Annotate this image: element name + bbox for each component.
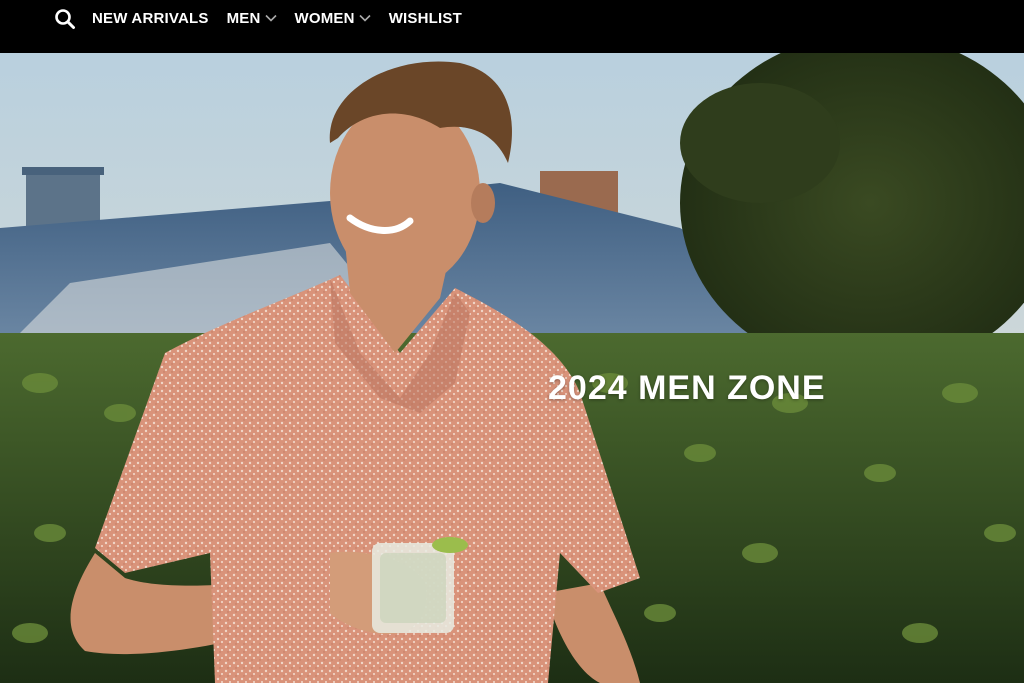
hero-banner[interactable]: 2024 MEN ZONE: [0, 53, 1024, 683]
search-button[interactable]: [54, 8, 76, 30]
nav-item-women[interactable]: WOMEN: [295, 8, 371, 28]
chevron-down-icon: [359, 14, 371, 22]
nav-item-label: WOMEN: [294, 9, 355, 27]
search-icon: [55, 9, 75, 29]
nav-item-label: NEW ARRIVALS: [92, 9, 209, 27]
nav-item-new-arrivals[interactable]: NEW ARRIVALS: [92, 8, 209, 28]
top-navigation-bar: NEW ARRIVALS MEN WOMEN WISHLIST: [0, 0, 1024, 53]
nav-item-wishlist[interactable]: WISHLIST: [389, 8, 462, 28]
hero-image: [0, 53, 1024, 683]
chevron-down-icon: [264, 14, 277, 22]
nav-item-men[interactable]: MEN: [227, 8, 277, 28]
nav-item-label: MEN: [226, 9, 261, 27]
nav-item-label: WISHLIST: [388, 9, 462, 27]
hero-title: 2024 MEN ZONE: [548, 369, 826, 407]
